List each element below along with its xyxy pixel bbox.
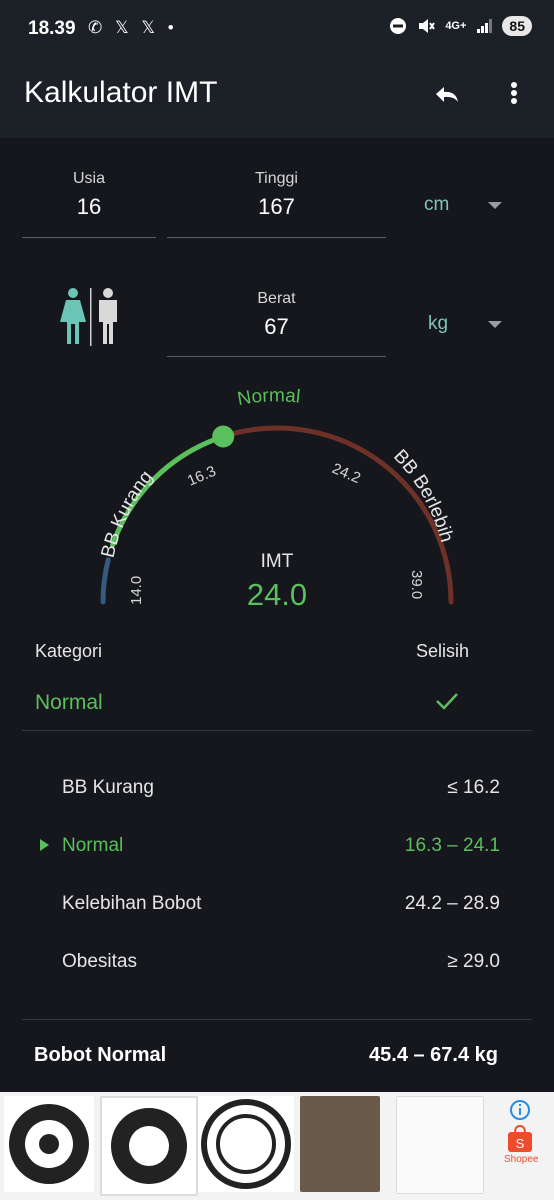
gauge-normal-label: Normal [236,385,301,410]
female-icon[interactable] [60,288,86,344]
row-range: 24.2 – 28.9 [404,893,500,914]
age-label: Usia [72,170,105,187]
notification-icons: ✆ 𝕏 𝕏 • [88,18,178,37]
svg-text:BB Berlebih: BB Berlebih [389,446,457,545]
row-category-name: Kelebihan Bobot [62,893,202,914]
tick-low: 16.3 [185,463,219,490]
weight-label: Berat [257,290,296,307]
category-header: Kategori [35,641,103,661]
age-underline [22,237,156,238]
table-row: Normal 16.3 – 24.1 [0,835,554,875]
row-range: ≤ 16.2 [447,777,500,798]
chevron-down-icon[interactable] [488,202,502,209]
gender-toggle[interactable] [58,288,124,346]
tick-max: 39.0 [408,570,425,599]
ad-banner[interactable]: S Shopee [0,1092,554,1200]
svg-text:Normal: Normal [236,385,301,410]
table-row: Kelebihan Bobot 24.2 – 28.9 [0,893,554,933]
check-icon [436,693,458,710]
height-field[interactable]: Tinggi 167 [167,170,386,238]
bmi-gauge: BB Kurang Normal BB Berlebih 14.0 16.3 2… [98,385,457,610]
gauge-indicator [212,425,235,448]
height-label: Tinggi [255,170,298,187]
row-range: ≥ 29.0 [447,951,500,972]
weight-value: 67 [264,314,289,339]
male-icon[interactable] [99,288,117,344]
battery-level: 85 [502,16,532,36]
signal-icon [477,19,493,33]
height-underline [167,237,386,238]
age-field[interactable]: Usia 16 [22,170,156,238]
info-icon[interactable] [510,1100,530,1120]
ad-product-image[interactable] [300,1096,380,1192]
category-value: Normal [35,691,103,714]
weight-unit-select[interactable]: kg [428,313,448,335]
table-row: Obesitas ≥ 29.0 [0,951,554,991]
bmi-value: 24.0 [247,577,307,610]
row-range: 16.3 – 24.1 [404,835,500,856]
status-bar: 18.39 ✆ 𝕏 𝕏 • 4G+ 85 [0,0,554,60]
height-unit-select[interactable]: cm [424,194,449,216]
shopee-label: Shopee [504,1154,539,1165]
chevron-down-icon[interactable] [488,321,502,328]
sprocket-icon [9,1104,89,1184]
table-row: BB Kurang ≤ 16.2 [0,777,554,817]
dnd-icon [390,18,407,34]
ad-product-image[interactable] [396,1096,484,1194]
active-row-marker-icon [40,839,49,851]
svg-text:S: S [516,1136,525,1151]
normal-weight-label: Bobot Normal [34,1044,167,1066]
tick-high: 24.2 [329,460,363,487]
gauge-high-label: BB Berlebih [389,446,457,545]
divider [22,730,532,731]
svg-text:BB Kurang: BB Kurang [98,467,158,560]
bmi-label: IMT [261,551,294,572]
sprocket-icon [111,1108,187,1184]
height-value: 167 [258,194,295,219]
row-category-name: BB Kurang [62,777,154,798]
undo-icon[interactable] [424,74,468,118]
age-value: 16 [76,194,102,219]
sprocket-icon [201,1099,291,1189]
normal-weight-value: 45.4 – 67.4 kg [369,1044,498,1066]
ad-product-image[interactable] [4,1096,94,1192]
diff-header: Selisih [416,641,470,661]
gauge-arc-low [100,557,111,605]
ad-product-image[interactable] [198,1096,294,1192]
status-right-icons: 4G+ 85 [389,16,532,36]
gender-divider [90,288,92,346]
gauge-low-label: BB Kurang [98,467,158,560]
ad-product-image[interactable] [100,1096,198,1196]
weight-field[interactable]: Berat 67 [167,290,386,357]
network-type: 4G+ [445,20,467,32]
status-time: 18.39 [28,18,76,39]
shopee-icon[interactable]: S [506,1124,534,1154]
tick-min: 14.0 [128,576,145,605]
more-vert-icon[interactable] [494,74,534,118]
divider [22,1019,532,1020]
row-category-name: Obesitas [62,951,137,972]
app-bar: Kalkulator IMT [0,60,554,138]
row-category-name: Normal [62,835,124,856]
weight-underline [167,356,386,357]
page-title: Kalkulator IMT [24,76,218,109]
mute-icon [419,19,436,33]
